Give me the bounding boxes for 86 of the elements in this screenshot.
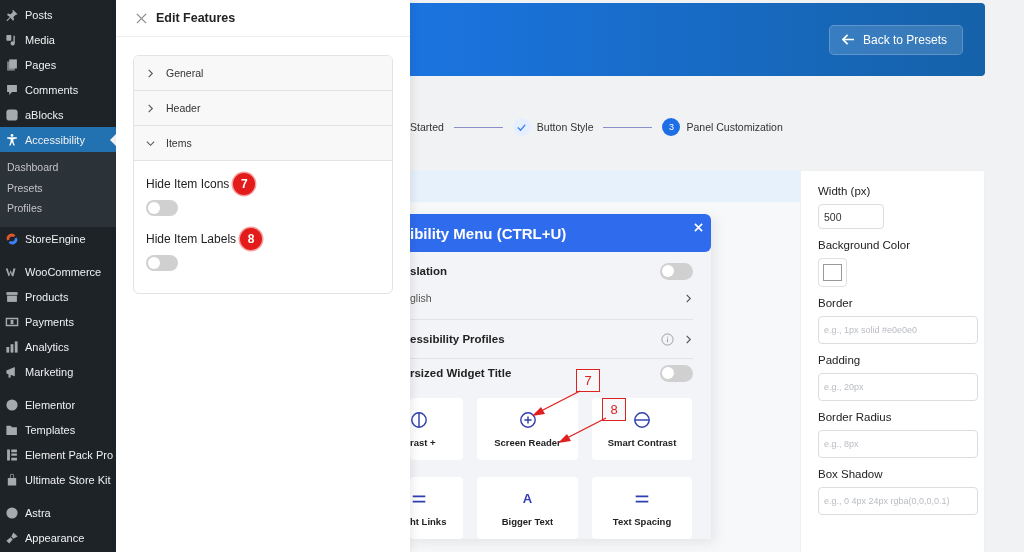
sidebar-item[interactable]: Media	[0, 27, 116, 52]
swirl-icon	[5, 232, 19, 246]
comment-icon	[5, 82, 19, 97]
feature-tile[interactable]: Text Spacing	[592, 477, 692, 539]
color-swatch[interactable]	[818, 258, 847, 287]
toggle-switch[interactable]	[146, 200, 178, 216]
sidebar-item[interactable]: StoreEngine	[0, 226, 116, 252]
feature-tile[interactable]: ht Links	[410, 477, 463, 539]
person-icon	[5, 132, 19, 147]
bars-icon	[5, 340, 19, 354]
sidebar-item[interactable]: Element Pack Pro	[0, 442, 116, 468]
drawer-title: Edit Features	[156, 11, 236, 25]
folder-icon	[5, 423, 19, 437]
sidebar-item[interactable]: Products	[0, 284, 116, 310]
sidebar-item[interactable]: WooCommerce	[0, 259, 116, 285]
chevron-icon[interactable]	[684, 293, 693, 303]
field-label: Width (px)	[818, 185, 871, 197]
chevron-icon	[146, 68, 155, 78]
sidebar-item[interactable]: Comments	[0, 77, 116, 102]
money-icon	[5, 315, 19, 329]
annotation-label: 8	[602, 398, 626, 421]
number-badge: 8	[240, 228, 263, 250]
step-number: 3	[662, 118, 681, 136]
arrow-left-icon	[841, 34, 855, 45]
number-badge: 7	[233, 173, 256, 195]
back-button[interactable]: Back to Presets	[828, 24, 963, 55]
block-icon	[5, 107, 19, 122]
step-label: Panel Customization	[686, 121, 783, 133]
step-label: Started	[410, 121, 444, 133]
pin-icon	[5, 7, 19, 22]
pages-icon	[5, 57, 19, 72]
field-label: Border	[818, 297, 853, 309]
feature-tile[interactable]: A Bigger Text	[477, 477, 578, 539]
sidebar-item[interactable]: Ultimate Store Kit	[0, 467, 116, 493]
chevron-icon	[146, 103, 155, 113]
submenu-item[interactable]: Presets	[0, 177, 116, 198]
toggle-switch[interactable]	[146, 255, 178, 271]
menu-title: ibility Menu (CTRL+U)	[410, 224, 567, 242]
feature-tile[interactable]: Screen Reader	[477, 398, 578, 460]
sidebar-item[interactable]: Appearance	[0, 525, 116, 551]
input-field[interactable]: e.g., 20px	[818, 373, 978, 401]
submenu-item[interactable]: Dashboard	[0, 157, 116, 178]
info-icon	[661, 332, 674, 346]
chevron-icon[interactable]	[684, 334, 693, 344]
close-button[interactable]	[136, 12, 147, 24]
sidebar-item[interactable]: Marketing	[0, 359, 116, 385]
sidebar-item[interactable]: Analytics	[0, 334, 116, 360]
bag-icon	[5, 473, 19, 487]
field-label: Border Radius	[818, 411, 892, 423]
menu-row-label: slation	[410, 265, 448, 277]
sidebar-item[interactable]: Templates	[0, 417, 116, 443]
feature-tile[interactable]: rast +	[410, 398, 463, 460]
input-field[interactable]: 500	[818, 204, 884, 229]
toggle-switch[interactable]	[660, 364, 693, 382]
sidebar-item[interactable]: Accessibility	[0, 127, 116, 152]
sidebar-item[interactable]: Elementor	[0, 392, 116, 418]
brush-icon	[5, 531, 19, 545]
sidebar-item[interactable]: Pages	[0, 52, 116, 77]
sidebar-item[interactable]: aBlocks	[0, 102, 116, 127]
half-circle-icon	[410, 410, 428, 429]
field-label: Box Shadow	[818, 468, 883, 480]
input-field[interactable]: e.g., 1px solid #e0e0e0	[818, 316, 978, 344]
menu-row-label: essibility Profiles	[410, 333, 505, 345]
sidebar-item[interactable]: Payments	[0, 309, 116, 335]
input-field[interactable]: e.g., 0 4px 24px rgba(0,0,0,0.1)	[818, 487, 978, 515]
menu-row-label: glish	[410, 292, 432, 304]
plus-circle-icon	[518, 410, 537, 429]
box-icon	[5, 290, 19, 304]
chevron-icon	[146, 138, 155, 148]
menu-row-label: rsized Widget Title	[410, 367, 512, 379]
sidebar-item[interactable]: Astra	[0, 500, 116, 526]
field-label: Background Color	[818, 239, 911, 251]
annotation-label: 7	[576, 369, 600, 392]
field-label: Padding	[818, 354, 861, 366]
minus-circle-icon	[633, 410, 651, 429]
option-label: Hide Item Labels	[146, 232, 237, 246]
accordion-header[interactable]: Items	[134, 126, 392, 161]
option-label: Hide Item Icons	[146, 177, 230, 191]
sidebar-item[interactable]: Posts	[0, 2, 116, 27]
step-label: Button Style	[536, 121, 594, 133]
submenu-item[interactable]: Profiles	[0, 198, 116, 219]
input-field[interactable]: e.g., 8px	[818, 430, 978, 458]
arrow	[531, 390, 581, 418]
accordion-header[interactable]: General	[134, 56, 392, 91]
toggle-switch[interactable]	[660, 262, 693, 280]
accordion-header[interactable]: Header	[134, 91, 392, 126]
